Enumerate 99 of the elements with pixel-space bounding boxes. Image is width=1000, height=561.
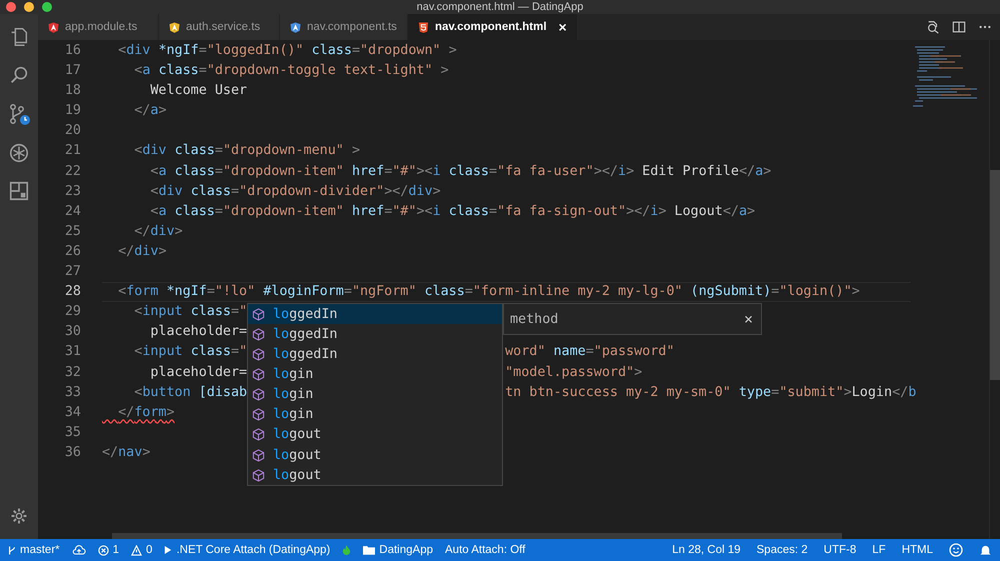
cube-icon [252,328,265,341]
error-count[interactable]: 1 [112,544,120,556]
line-number: 35 [64,424,81,440]
maximize-window-icon[interactable] [42,2,52,12]
code-line: <div *ngIf="loggedIn()" class="dropdown" > [117,43,457,58]
code-line: "model.password"> [505,364,642,382]
suggestion-item[interactable]: logout [248,424,502,445]
code-line: <a class="dropdown-toggle text-light" > [133,63,449,78]
line-number: 24 [64,204,81,219]
close-tab-icon[interactable]: × [558,19,567,35]
status-item[interactable]: Ln 28, Col 19 [672,544,741,556]
window-title: nav.component.html — DatingApp [416,0,584,14]
code-line: <div class="dropdown-menu" > [133,143,360,158]
code-line: </form> [117,404,175,420]
suggestion-item[interactable]: logout [248,465,502,486]
code-line: </nav> [102,444,150,460]
cube-icon [252,408,265,422]
line-number: 23 [64,184,81,199]
cloud-upload-icon[interactable] [72,544,86,556]
code-line: <form *ngIf="!lo" #loginForm="ngForm" class="form-inline my-2 my-lg-0" (ngSubmit)="login()"> [117,284,860,300]
line-number: 19 [64,103,81,118]
line-number: 29 [64,304,81,320]
line-number: 18 [64,83,81,98]
code-line: <input class=" [133,304,248,320]
search-icon[interactable] [8,64,30,86]
line-number: 30 [64,324,81,340]
code-line: placeholder= [149,324,248,340]
line-number: 31 [64,344,81,360]
smiley-icon[interactable] [949,543,963,557]
line-number: 33 [64,384,81,400]
cube-icon [252,468,265,482]
editor-tab[interactable]: app.module.ts [38,14,159,40]
code-line: tn btn-success my-2 my-sm-0" type="submit">Login</b [505,384,916,402]
code-line: <button [disab [133,384,248,400]
line-number: 25 [64,224,81,239]
workspace-name[interactable]: DatingApp [379,544,433,556]
line-number: 21 [64,143,81,158]
line-number: 36 [64,444,81,460]
code-line: placeholder= [149,364,248,380]
code-line: Welcome User [149,83,248,98]
status-item[interactable]: LF [872,544,886,556]
editor-tab[interactable]: auth.service.ts [159,14,280,40]
code-line: word" name="password" [505,343,674,362]
warning-icon [131,544,142,556]
play-icon [164,545,172,555]
cube-icon [252,428,265,442]
error-icon [98,544,109,556]
line-number: 32 [64,364,81,380]
suggestion-item[interactable]: login [248,384,502,405]
editor-tab[interactable]: nav.component.html × [408,14,578,40]
cube-icon [252,348,265,362]
suggestion-item[interactable]: login [248,364,502,385]
code-line: <a class="dropdown-item" href="#"><i class="fa fa-user"></i> Edit Profile</a> [149,164,772,179]
split-editor-icon[interactable] [952,20,966,34]
cube-icon [252,448,265,462]
extensions-icon[interactable] [8,180,30,202]
close-window-icon[interactable] [6,2,16,12]
line-number: 17 [64,63,81,78]
code-line: </div> [133,224,183,239]
line-number: 22 [64,164,81,179]
line-number: 34 [64,404,81,420]
cube-icon [252,368,265,382]
suggestion-item[interactable]: loggedIn [248,344,502,365]
line-number: 20 [64,123,81,138]
code-line: <a class="dropdown-item" href="#"><i class="fa fa-sign-out"></i> Logout</a> [149,204,756,219]
scrollbar-thumb[interactable] [990,170,1000,380]
line-number: 16 [64,43,81,58]
code-line: <input class=" [133,344,248,360]
code-line: <div class="dropdown-divider"></div> [149,184,441,199]
horizontal-scrollbar-thumb[interactable] [112,533,842,539]
line-number: 27 [64,264,81,280]
bell-icon[interactable] [979,544,992,556]
cube-icon [252,388,265,402]
code-line: </div> [117,244,166,259]
minimize-window-icon[interactable] [24,2,34,12]
branch-name[interactable]: master* [20,544,60,556]
code-line: </a> [133,103,166,118]
warning-count[interactable]: 0 [146,544,152,556]
suggestion-item[interactable]: loggedIn [248,304,502,324]
status-item[interactable]: Spaces: 2 [756,544,808,556]
detail-text: method [510,312,558,327]
line-number: 28 [64,284,81,300]
status-item[interactable]: Auto Attach: Off [445,544,526,556]
debug-configuration[interactable]: .NET Core Attach (DatingApp) [176,544,330,556]
status-item[interactable]: UTF-8 [824,544,856,556]
folder-icon [363,545,376,555]
suggestion-item[interactable]: loggedIn [248,324,502,344]
status-item[interactable]: HTML [902,544,933,556]
editor-tab[interactable]: nav.component.ts [280,14,408,40]
cube-icon [252,308,265,321]
line-number: 26 [64,244,81,259]
branch-icon [8,544,16,556]
source-control-icon[interactable] [7,102,31,126]
settings-icon[interactable] [10,507,28,525]
debug-icon[interactable] [8,142,30,164]
open-changes-icon[interactable] [926,20,940,34]
suggestion-item[interactable]: login [248,404,502,425]
suggestion-item[interactable]: logout [248,444,502,466]
close-detail-icon[interactable]: × [744,310,753,328]
